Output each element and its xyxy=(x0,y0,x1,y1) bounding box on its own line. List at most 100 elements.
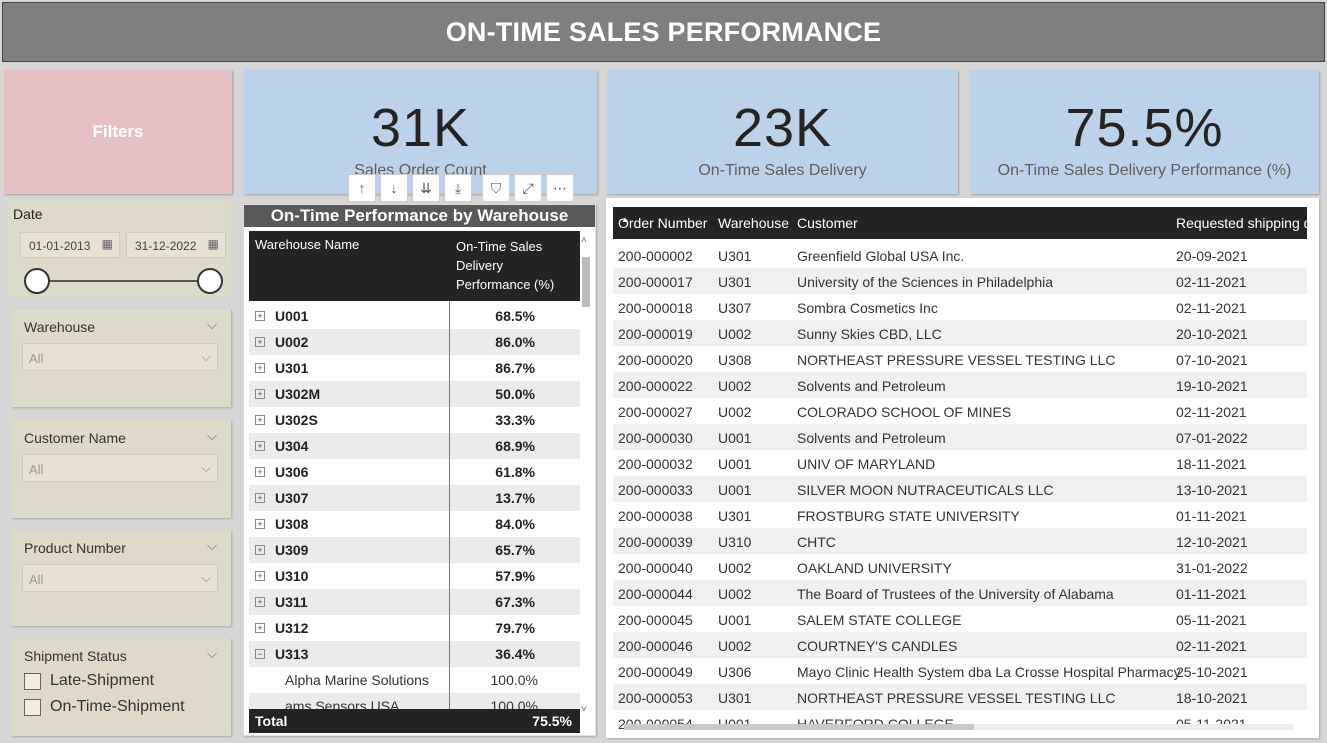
chevron-down-icon[interactable]: ⌵ xyxy=(207,646,217,662)
focus-mode-icon[interactable]: ⤢ xyxy=(514,174,542,202)
matrix-row[interactable]: + U301 86.7% xyxy=(249,355,580,381)
start-date-input[interactable]: 01-01-2013 ▦ xyxy=(20,232,120,258)
matrix-row[interactable]: + U002 86.0% xyxy=(249,329,580,355)
matrix-row[interactable]: + U302M 50.0% xyxy=(249,381,580,407)
arrow-down-icon[interactable]: ↓ xyxy=(380,174,408,202)
checkbox[interactable] xyxy=(24,698,41,716)
arrow-up-icon[interactable]: ↑ xyxy=(348,174,376,202)
matrix-row[interactable]: + U312 79.7% xyxy=(249,615,580,641)
scroll-up-icon: ˄ xyxy=(581,235,587,246)
report-banner: ON-TIME SALES PERFORMANCE xyxy=(2,2,1325,62)
matrix-row[interactable]: + U310 57.9% xyxy=(249,563,580,589)
matrix-row[interactable]: + U001 68.5% xyxy=(249,303,580,329)
expand-toggle-icon[interactable]: + xyxy=(255,545,265,555)
table-row[interactable]: 200-000032 U001 UNIV OF MARYLAND 18-11-2021 xyxy=(613,450,1307,476)
table-row[interactable]: 200-000046 U002 COURTNEY'S CANDLES 02-11-20… xyxy=(613,632,1307,658)
date-range-start-handle[interactable] xyxy=(24,268,50,294)
matrix-scrollbar[interactable]: ˄ ˅ xyxy=(581,235,591,715)
requested-shipping-date-cell: 07-01-2022 xyxy=(1176,430,1248,446)
table-row[interactable]: 200-000045 U001 SALEM STATE COLLEGE 05-11-2… xyxy=(613,606,1307,632)
expand-toggle-icon[interactable]: + xyxy=(255,363,265,373)
table-row[interactable]: 200-000017 U301 University of the Sciences… xyxy=(613,268,1307,294)
table-row[interactable]: 200-000054U001HAVERFORD COLLEGE05-11-202… xyxy=(613,710,1307,736)
table-row[interactable]: 200-000040 U002 OAKLAND UNIVERSITY 31-01-20… xyxy=(613,554,1307,580)
matrix-row[interactable]: + U309 65.7% xyxy=(249,537,580,563)
double-arrow-down-icon[interactable]: ⇊ xyxy=(412,174,440,202)
warehouse-name: U302S xyxy=(275,412,318,428)
late-shipment-option[interactable]: Late-Shipment xyxy=(24,672,231,690)
table-row[interactable]: 200-000030 U001 Solvents and Petroleum 07-0… xyxy=(613,424,1307,450)
calendar-icon[interactable]: ▦ xyxy=(208,237,219,251)
expand-toggle-icon[interactable]: + xyxy=(255,597,265,607)
table-row[interactable]: 200-000018 U307 Sombra Cosmetics Inc 02-11-… xyxy=(613,294,1307,320)
expand-toggle-icon[interactable]: + xyxy=(255,571,265,581)
expand-toggle-icon[interactable]: + xyxy=(255,311,265,321)
horizontal-scrollbar[interactable] xyxy=(624,724,1294,730)
kpi-on-time-delivery: 23K On-Time Sales Delivery xyxy=(607,70,958,194)
column-header-customer[interactable]: Customer xyxy=(797,215,858,231)
requested-shipping-date-cell: 25-10-2021 xyxy=(1176,664,1248,680)
on-time-shipment-option[interactable]: On-Time-Shipment xyxy=(24,698,231,716)
matrix-title: On-Time Performance by Warehouse xyxy=(244,205,595,227)
matrix-row[interactable]: − U313 36.4% xyxy=(249,641,580,667)
expand-toggle-icon[interactable]: + xyxy=(255,337,265,347)
warehouse-cell: U002 xyxy=(718,560,752,576)
filter-icon[interactable]: ⛉ xyxy=(482,174,510,202)
expand-toggle-icon[interactable]: + xyxy=(255,441,265,451)
table-row[interactable]: 200-000039 U310 CHTC 12-10-2021 xyxy=(613,528,1307,554)
matrix-row[interactable]: + U304 68.9% xyxy=(249,433,580,459)
checkbox[interactable] xyxy=(24,672,41,690)
matrix-child-row[interactable]: Alpha Marine Solutions 100.0% xyxy=(249,667,580,693)
column-header-order-number[interactable]: Order Number xyxy=(618,215,707,231)
date-range-end-handle[interactable] xyxy=(197,268,223,294)
chevron-down-icon[interactable]: ⌵ xyxy=(207,538,217,554)
matrix-row[interactable]: + U302S 33.3% xyxy=(249,407,580,433)
table-row[interactable]: 200-000002 U301 Greenfield Global USA Inc.… xyxy=(613,242,1307,268)
expand-toggle-icon[interactable]: + xyxy=(255,623,265,633)
performance-value: 67.3% xyxy=(495,594,535,610)
column-header-warehouse[interactable]: Warehouse xyxy=(718,215,789,231)
end-date-input[interactable]: 31-12-2022 ▦ xyxy=(126,232,226,258)
product-number-dropdown[interactable]: All ⌵ xyxy=(22,564,218,592)
expand-toggle-icon[interactable]: + xyxy=(255,493,265,503)
warehouse-dropdown[interactable]: All ⌵ xyxy=(22,343,218,371)
date-range-track[interactable] xyxy=(36,280,210,282)
expand-toggle-icon[interactable]: + xyxy=(255,415,265,425)
expand-hierarchy-icon[interactable]: ⤓ xyxy=(444,174,472,202)
customer-cell: NORTHEAST PRESSURE VESSEL TESTING LLC xyxy=(797,690,1116,706)
table-row[interactable]: 200-000038 U301 FROSTBURG STATE UNIVERSITY… xyxy=(613,502,1307,528)
calendar-icon[interactable]: ▦ xyxy=(102,237,113,251)
column-header-performance[interactable]: On-Time Sales Delivery Performance (%) xyxy=(456,237,554,294)
column-header-warehouse-name[interactable]: Warehouse Name xyxy=(255,237,359,252)
table-row[interactable]: 200-000027 U002 COLORADO SCHOOL OF MINES 02… xyxy=(613,398,1307,424)
expand-toggle-icon[interactable]: + xyxy=(255,467,265,477)
table-row[interactable]: 200-000020 U308 NORTHEAST PRESSURE VESSEL … xyxy=(613,346,1307,372)
orders-table: Order Number ▲ Warehouse Customer Reques… xyxy=(606,198,1319,738)
expand-toggle-icon[interactable]: − xyxy=(255,649,265,659)
chevron-down-icon[interactable]: ⌵ xyxy=(207,317,217,333)
matrix-row[interactable]: + U311 67.3% xyxy=(249,589,580,615)
table-row[interactable]: 200-000053 U301 NORTHEAST PRESSURE VESSEL … xyxy=(613,684,1307,710)
matrix-row[interactable]: + U307 13.7% xyxy=(249,485,580,511)
matrix-row[interactable]: + U306 61.8% xyxy=(249,459,580,485)
table-body: 200-000002 U301 Greenfield Global USA Inc.… xyxy=(613,242,1307,736)
expand-toggle-icon[interactable]: + xyxy=(255,519,265,529)
expand-toggle-icon[interactable]: + xyxy=(255,389,265,399)
table-row[interactable]: 200-000022 U002 Solvents and Petroleum 19-1… xyxy=(613,372,1307,398)
column-header-requested-shipping-date[interactable]: Requested shipping d xyxy=(1176,215,1311,231)
customer-name-dropdown[interactable]: All ⌵ xyxy=(22,454,218,482)
table-row[interactable]: 200-000049 U306 Mayo Clinic Health System … xyxy=(613,658,1307,684)
scrollbar-thumb[interactable] xyxy=(582,257,590,307)
scrollbar-thumb[interactable] xyxy=(624,724,974,730)
requested-shipping-date-cell: 02-11-2021 xyxy=(1176,638,1247,654)
warehouse-cell: U001 xyxy=(718,456,752,472)
matrix-row[interactable]: + U308 84.0% xyxy=(249,511,580,537)
more-options-icon[interactable]: ⋯ xyxy=(546,174,574,202)
warehouse-name: U312 xyxy=(275,620,309,636)
table-row[interactable]: 200-000033 U001 SILVER MOON NUTRACEUTICALS… xyxy=(613,476,1307,502)
chevron-down-icon[interactable]: ⌵ xyxy=(207,428,217,444)
matrix-header: Warehouse Name On-Time Sales Delivery Pe… xyxy=(249,231,580,301)
table-row[interactable]: 200-000019 U002 Sunny Skies CBD, LLC 20-10-… xyxy=(613,320,1307,346)
order-number-cell: 200-000045 xyxy=(618,612,693,628)
table-row[interactable]: 200-000044 U002 The Board of Trustees of t… xyxy=(613,580,1307,606)
